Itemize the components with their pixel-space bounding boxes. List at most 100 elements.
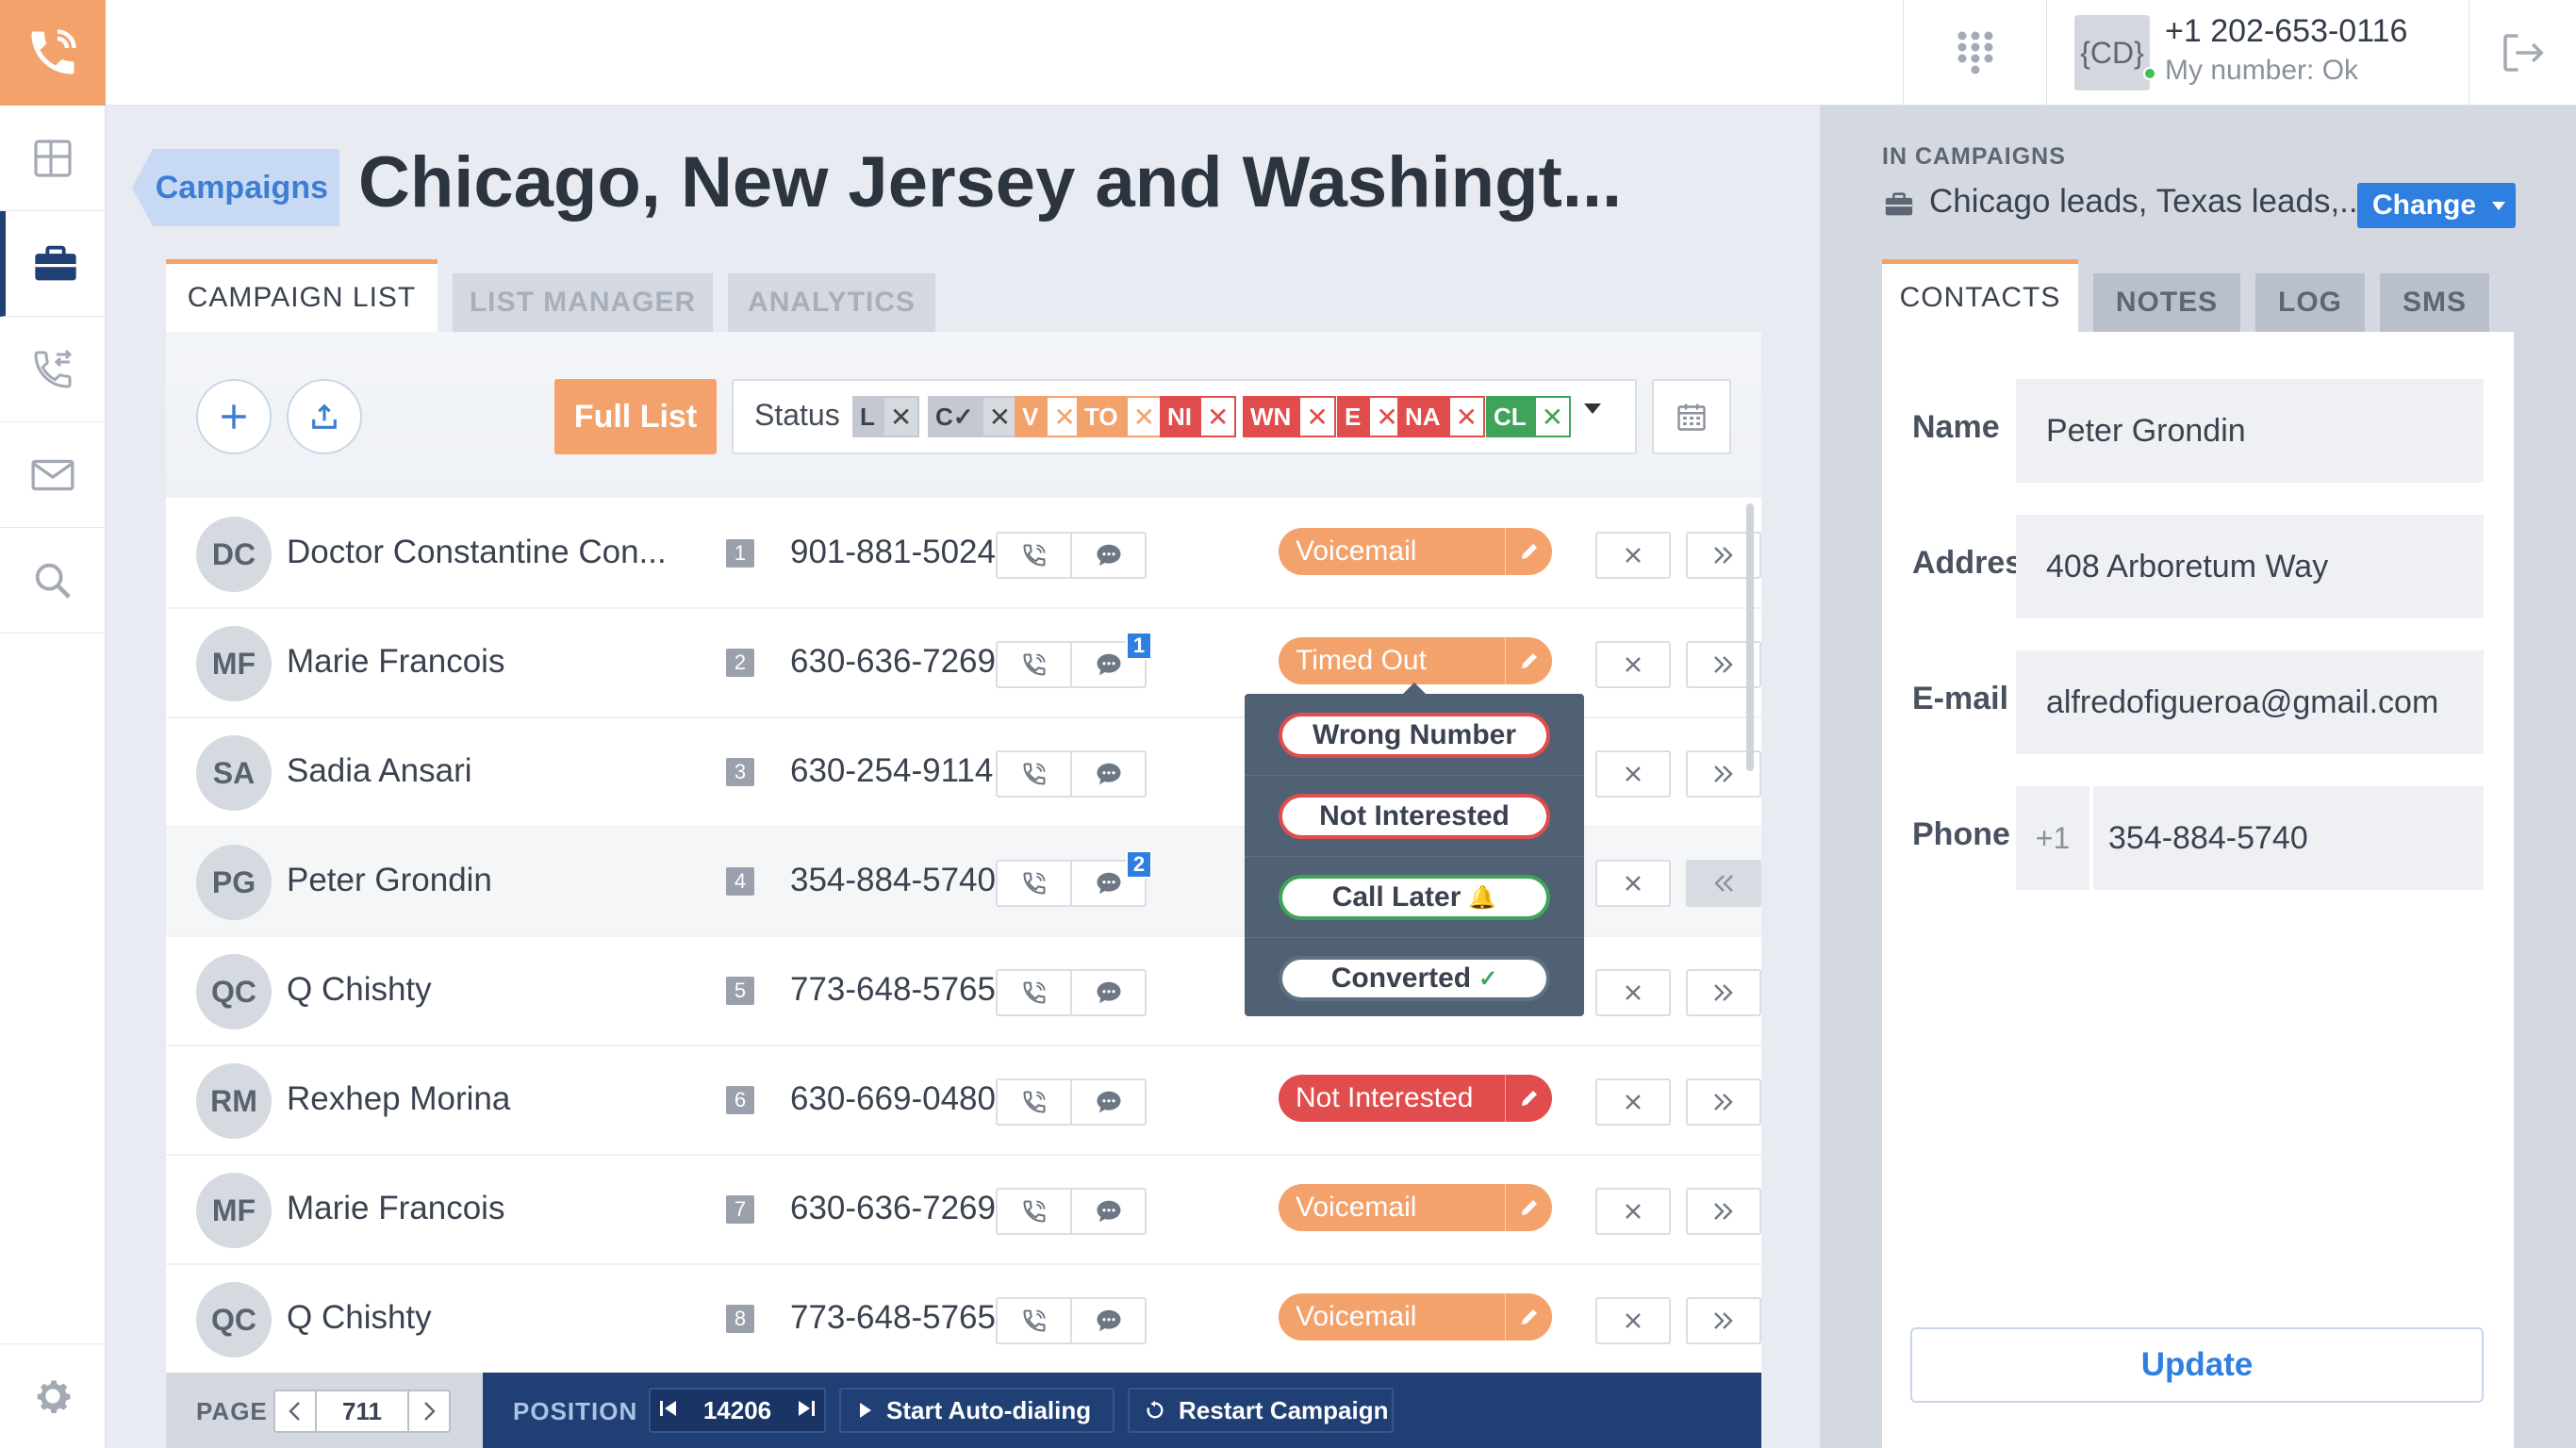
phone-country-code[interactable]: +1 <box>2016 786 2091 890</box>
remove-chip-icon[interactable]: ✕ <box>1125 396 1164 437</box>
name-field[interactable]: Peter Grondin <box>2016 379 2484 483</box>
status-option[interactable]: Call Later 🔔 <box>1279 875 1550 920</box>
tab-campaign-list[interactable]: CAMPAIGN LIST <box>166 259 438 332</box>
list-scrollbar[interactable] <box>1746 503 1754 771</box>
collapse-contact-button[interactable] <box>1686 860 1761 907</box>
chevron-down-icon[interactable] <box>1584 403 1601 414</box>
dialpad-icon[interactable] <box>1905 0 2046 106</box>
status-pill[interactable]: Voicemail <box>1279 1184 1552 1231</box>
status-pill[interactable]: Not Interested <box>1279 1075 1552 1122</box>
open-contact-button[interactable] <box>1686 1297 1761 1344</box>
contact-row[interactable]: DC Doctor Constantine Con... 1 901-881-5024… <box>166 500 1761 609</box>
position-value[interactable]: 14206 <box>703 1396 771 1425</box>
settings-gear-icon[interactable] <box>0 1343 106 1448</box>
sms-icon[interactable] <box>1070 1080 1145 1124</box>
open-contact-button[interactable] <box>1686 1078 1761 1126</box>
remove-chip-icon[interactable]: ✕ <box>1199 396 1237 437</box>
contact-name[interactable]: Q Chishty <box>287 971 432 1009</box>
remove-contact-button[interactable] <box>1595 860 1671 907</box>
remove-chip-icon[interactable]: ✕ <box>981 396 1019 437</box>
address-field[interactable]: 408 Arboretum Way <box>2016 515 2484 618</box>
remove-chip-icon[interactable]: ✕ <box>1447 396 1486 437</box>
remove-contact-button[interactable] <box>1595 641 1671 688</box>
remove-contact-button[interactable] <box>1595 532 1671 579</box>
last-position-icon[interactable] <box>796 1398 817 1423</box>
edit-status-icon[interactable] <box>1505 637 1552 684</box>
status-pill[interactable]: Timed Out <box>1279 637 1552 684</box>
call-icon[interactable] <box>998 752 1070 796</box>
user-avatar[interactable]: {CD} <box>2074 15 2150 90</box>
edit-status-icon[interactable] <box>1505 1293 1552 1341</box>
upload-button[interactable] <box>287 379 362 454</box>
edit-status-icon[interactable] <box>1505 528 1552 575</box>
status-option[interactable]: Converted ✓ <box>1279 956 1550 1001</box>
contact-row[interactable]: MF Marie Francois 7 630-636-7269 Voicemail <box>166 1156 1761 1265</box>
call-icon[interactable] <box>998 1080 1070 1124</box>
call-icon[interactable] <box>998 862 1070 905</box>
phone-field[interactable]: 354-884-5740 <box>2093 786 2484 890</box>
tab-sms[interactable]: SMS <box>2380 273 2489 332</box>
edit-status-icon[interactable] <box>1505 1184 1552 1231</box>
tab-list-manager[interactable]: LIST MANAGER <box>453 273 713 332</box>
contact-name[interactable]: Rexhep Morina <box>287 1080 510 1118</box>
call-icon[interactable] <box>998 971 1070 1014</box>
contact-name[interactable]: Sadia Ansari <box>287 752 472 790</box>
open-contact-button[interactable] <box>1686 1188 1761 1235</box>
open-contact-button[interactable] <box>1686 969 1761 1016</box>
remove-chip-icon[interactable]: ✕ <box>1533 396 1572 437</box>
status-option[interactable]: Not Interested <box>1279 794 1550 839</box>
tab-notes[interactable]: NOTES <box>2093 273 2240 332</box>
contact-name[interactable]: Marie Francois <box>287 1190 504 1227</box>
breadcrumb-campaigns[interactable]: Campaigns <box>132 149 339 226</box>
tab-contacts[interactable]: CONTACTS <box>1882 259 2078 332</box>
contact-row[interactable]: QC Q Chishty 8 773-648-5765 Voicemail <box>166 1265 1761 1374</box>
status-option[interactable]: Wrong Number <box>1279 713 1550 758</box>
call-icon[interactable] <box>998 1299 1070 1342</box>
sms-icon[interactable] <box>1070 752 1145 796</box>
tab-analytics[interactable]: ANALYTICS <box>728 273 935 332</box>
status-pill[interactable]: Voicemail <box>1279 528 1552 575</box>
prev-page-button[interactable] <box>275 1391 317 1431</box>
contact-name[interactable]: Q Chishty <box>287 1299 432 1337</box>
full-list-button[interactable]: Full List <box>554 379 717 454</box>
mail-icon[interactable] <box>0 422 106 528</box>
start-autodialing-button[interactable]: Start Auto-dialing <box>839 1388 1115 1433</box>
dashboard-icon[interactable] <box>0 106 106 211</box>
call-icon[interactable] <box>998 643 1070 686</box>
remove-contact-button[interactable] <box>1595 1078 1671 1126</box>
page-number-input[interactable]: 711 <box>317 1391 407 1431</box>
calendar-button[interactable] <box>1652 379 1731 454</box>
status-pill[interactable]: Voicemail <box>1279 1293 1552 1341</box>
remove-chip-icon[interactable]: ✕ <box>882 396 920 437</box>
contact-row[interactable]: RM Rexhep Morina 6 630-669-0480 Not Interest… <box>166 1046 1761 1156</box>
search-icon[interactable] <box>0 528 106 634</box>
call-icon[interactable] <box>998 1190 1070 1233</box>
remove-chip-icon[interactable]: ✕ <box>1298 396 1336 437</box>
phone-logo-icon[interactable] <box>0 0 106 106</box>
call-icon[interactable] <box>998 534 1070 577</box>
email-field[interactable]: alfredofigueroa@gmail.com <box>2016 650 2484 754</box>
change-campaigns-button[interactable]: Change <box>2357 183 2516 228</box>
edit-status-icon[interactable] <box>1505 1075 1552 1122</box>
remove-contact-button[interactable] <box>1595 1297 1671 1344</box>
next-page-button[interactable] <box>407 1391 449 1431</box>
sms-icon[interactable] <box>1070 1190 1145 1233</box>
tab-log[interactable]: LOG <box>2255 273 2365 332</box>
sms-icon[interactable] <box>1070 534 1145 577</box>
remove-contact-button[interactable] <box>1595 1188 1671 1235</box>
contact-name[interactable]: Doctor Constantine Con... <box>287 534 667 571</box>
update-button[interactable]: Update <box>1910 1327 2484 1403</box>
remove-contact-button[interactable] <box>1595 750 1671 798</box>
campaigns-briefcase-icon[interactable] <box>0 211 106 317</box>
contact-name[interactable]: Peter Grondin <box>287 862 492 899</box>
logout-icon[interactable] <box>2469 0 2576 106</box>
contact-name[interactable]: Marie Francois <box>287 643 504 681</box>
email-label: E-mail <box>1912 681 2009 716</box>
restart-campaign-button[interactable]: Restart Campaign <box>1128 1388 1394 1433</box>
call-transfer-icon[interactable] <box>0 317 106 422</box>
sms-icon[interactable] <box>1070 1299 1145 1342</box>
add-contact-button[interactable] <box>196 379 272 454</box>
sms-icon[interactable] <box>1070 971 1145 1014</box>
remove-contact-button[interactable] <box>1595 969 1671 1016</box>
first-position-icon[interactable] <box>658 1398 679 1423</box>
